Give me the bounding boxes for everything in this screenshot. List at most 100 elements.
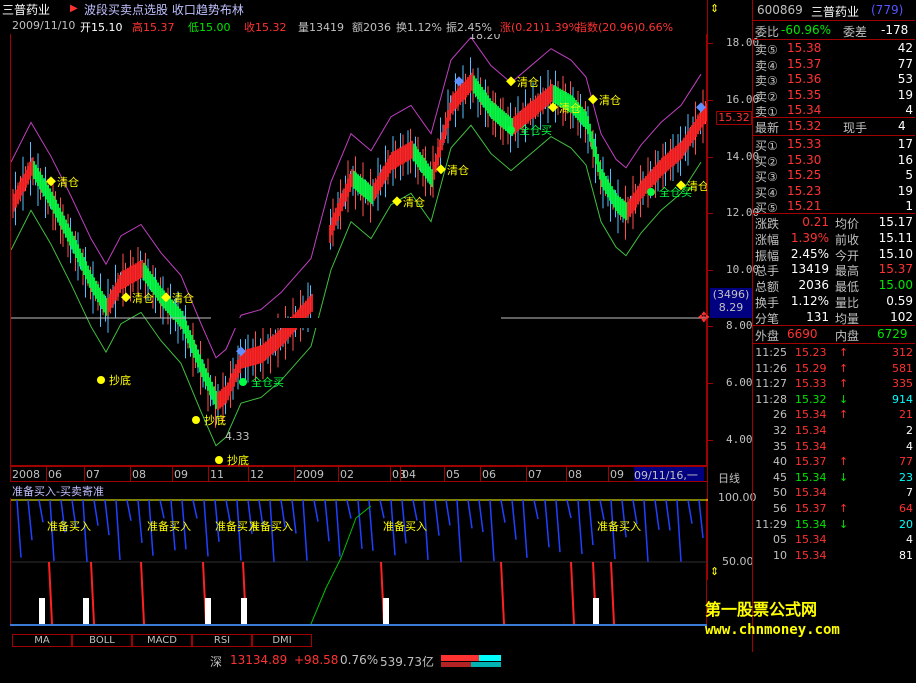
waipan-value: 6690 [787, 327, 818, 341]
chart-canvas[interactable]: 18.204.33清仓清仓清仓清仓清仓清仓清仓清仓清仓抄底抄底抄底全仓买全仓买全… [10, 29, 709, 467]
tick-direction-icon: ↑ [839, 408, 849, 422]
trade-tick-row: 32 15.34 2 [773, 424, 913, 437]
sub-tick-50: 50.00 [722, 555, 754, 568]
time-tick-mark [248, 467, 249, 481]
market-label: 深 [210, 655, 223, 669]
cursor-price-label: (3496) 8.29 [710, 288, 752, 318]
bids-volume: 17 [897, 137, 913, 151]
max-price-label: 18.20 [469, 34, 501, 42]
price-tick-mark [708, 100, 713, 101]
time-tick-mark [480, 467, 481, 481]
time-axis: 2008 06 07 08 09 11 12 2009 02 03 04 05 06 07 08 09 09/… [10, 466, 707, 482]
time-tick-mark [608, 467, 609, 481]
period-label[interactable]: 日线 [718, 470, 740, 486]
trade-tick-row: 26 15.34 ↑ 21 [773, 408, 913, 422]
asks-volume: 4 [905, 103, 913, 117]
scroll-up-icon[interactable]: ⇕ [710, 2, 719, 15]
qingcang-label: 清仓 [517, 75, 539, 89]
tick-direction-icon: ↑ [839, 377, 849, 391]
trade-tick-row: 11:29 15.34 ↓ 20 [755, 517, 913, 531]
quote-close: 收15.32 [244, 21, 287, 34]
price-axis: ⇕ 18.00 16.00 14.00 12.00 10.00 8.00 6.00 4.00 … [698, 0, 759, 580]
chaodi-label: 抄底 [109, 373, 131, 387]
zhunbei-label: 准备买入 [147, 519, 191, 533]
quote-line: 2009/11/10 开15.10 高15.37 低15.00 收15.32 量… [0, 18, 707, 34]
quote-open: 开15.10 [80, 21, 123, 34]
bids-volume: 5 [905, 168, 913, 182]
tab-dmi[interactable]: DMI [252, 634, 312, 647]
time-tick-label: 06 [482, 468, 496, 481]
sub-chart-canvas[interactable]: 准备买入 准备买入 准备买入准备买入 准备买入 准备买入 [11, 498, 708, 625]
crosshair-icon[interactable]: ✥ [698, 310, 710, 326]
sub-indicator-title[interactable]: 准备买入-买卖寄准 [12, 483, 104, 499]
tab-ma[interactable]: MA [12, 634, 72, 647]
tick-direction-icon: ↑ [839, 455, 849, 469]
trade-tick-row: 40 15.37 ↑ 77 [773, 455, 913, 469]
asks-row[interactable]: 卖⑤ 15.38 42 [753, 40, 915, 57]
tab-boll[interactable]: BOLL [72, 634, 132, 647]
asks-row[interactable]: 卖④ 15.37 77 [753, 56, 915, 73]
price-tick-mark [708, 213, 713, 214]
waipan-row: 外盘 6690 内盘 6729 [755, 327, 908, 343]
cursor-date-label: 09/11/16,一 [634, 467, 704, 482]
price-tick-label: 4.00 [726, 433, 753, 446]
sub-chart-bottom-line [10, 624, 707, 626]
price-tick-label: 6.00 [726, 376, 753, 389]
time-tick-mark [338, 467, 339, 481]
scroll-down-icon[interactable]: ⇕ [710, 565, 719, 578]
time-tick-label: 2009 [296, 468, 324, 481]
time-tick-mark [400, 467, 401, 481]
asks-volume: 42 [897, 41, 913, 55]
price-tick-label: 8.00 [726, 319, 753, 332]
chaodi-label: 抄底 [227, 453, 249, 466]
trade-tick-row: 05 15.34 4 [773, 533, 913, 547]
zhunbei-label: 准备买入 [597, 519, 641, 533]
quote-high: 高15.37 [132, 21, 175, 34]
zhunbei-label: 准备买入 [47, 519, 91, 533]
bids-row[interactable]: 买② 15.30 16 [753, 152, 915, 169]
tab-rsi[interactable]: RSI [192, 634, 252, 647]
tick-direction-icon: ↑ [839, 346, 849, 359]
candlestick-chart[interactable]: 18.20 4.33 清仓 清仓 清仓 清仓 清仓 清仓 清仓 清仓 清仓 抄底 抄底 抄底 全仓买 全仓买全… [10, 29, 709, 467]
xianshou-value: 4 [898, 119, 906, 133]
watermark-title: 第一股票公式网 [705, 600, 818, 619]
bids-volume: 16 [897, 152, 913, 167]
tick-direction-icon: ↓ [839, 517, 849, 531]
quanmai-label: 全仓买 [251, 375, 284, 389]
asks-row[interactable]: 卖② 15.35 19 [753, 87, 915, 104]
quote-turnover: 换1.12% [396, 21, 442, 34]
time-tick-mark [444, 467, 445, 481]
stock-name: 三普药业 [2, 3, 51, 17]
tick-direction-icon: ↓ [839, 392, 849, 406]
quote-panel: 600869 三普药业 (779) 委比 -60.96% 委差 -178 卖⑤ 1… [752, 0, 916, 652]
qingcang-label: 清仓 [57, 175, 79, 189]
qingcang-label: 清仓 [132, 291, 154, 305]
stat-row: 总手 13419 最高 15.37 [755, 262, 913, 279]
time-tick-label: 09 [174, 468, 188, 481]
tab-macd[interactable]: MACD [132, 634, 192, 647]
panel-code: 600869 [757, 3, 803, 17]
current-price-tag: 15.32 [716, 111, 752, 125]
trade-tick-row: 56 15.37 ↑ 64 [773, 502, 913, 515]
zhunbei-label: 准备买入 [383, 519, 427, 533]
indicator-arrow-icon[interactable]: ▶ [70, 3, 78, 14]
quanmai-label: 全仓买 [519, 123, 552, 137]
asks-row[interactable]: 卖③ 15.36 53 [753, 71, 915, 88]
time-tick-label: 02 [340, 468, 354, 481]
bids-row[interactable]: 买④ 15.23 19 [753, 183, 915, 200]
stat-row: 涨幅 1.39% 前收 15.11 [755, 230, 913, 247]
quote-date: 2009/11/10 [12, 19, 76, 32]
sub-indicator-chart[interactable]: 准备买入 准备买入 准备买入 准备买入 准备买入 准备买入 [10, 498, 708, 625]
time-tick-label: 05 [446, 468, 460, 481]
quote-amplitude: 振2.45% [446, 21, 492, 34]
quote-change: 涨(0.21)1.39% [500, 21, 580, 34]
indicator-name[interactable]: 波段买卖点选股 收口趋势布林 [84, 1, 244, 18]
time-tick-label: 06 [48, 468, 62, 481]
index-change: +98.58 [294, 653, 339, 667]
bids-row[interactable]: 买③ 15.25 5 [753, 167, 915, 184]
qingcang-label: 清仓 [403, 195, 425, 209]
asks-price: 15.36 [787, 72, 822, 86]
bids-row[interactable]: 买① 15.33 17 [753, 136, 915, 153]
bids-price: 15.25 [787, 168, 822, 182]
asks-volume: 77 [897, 56, 913, 71]
